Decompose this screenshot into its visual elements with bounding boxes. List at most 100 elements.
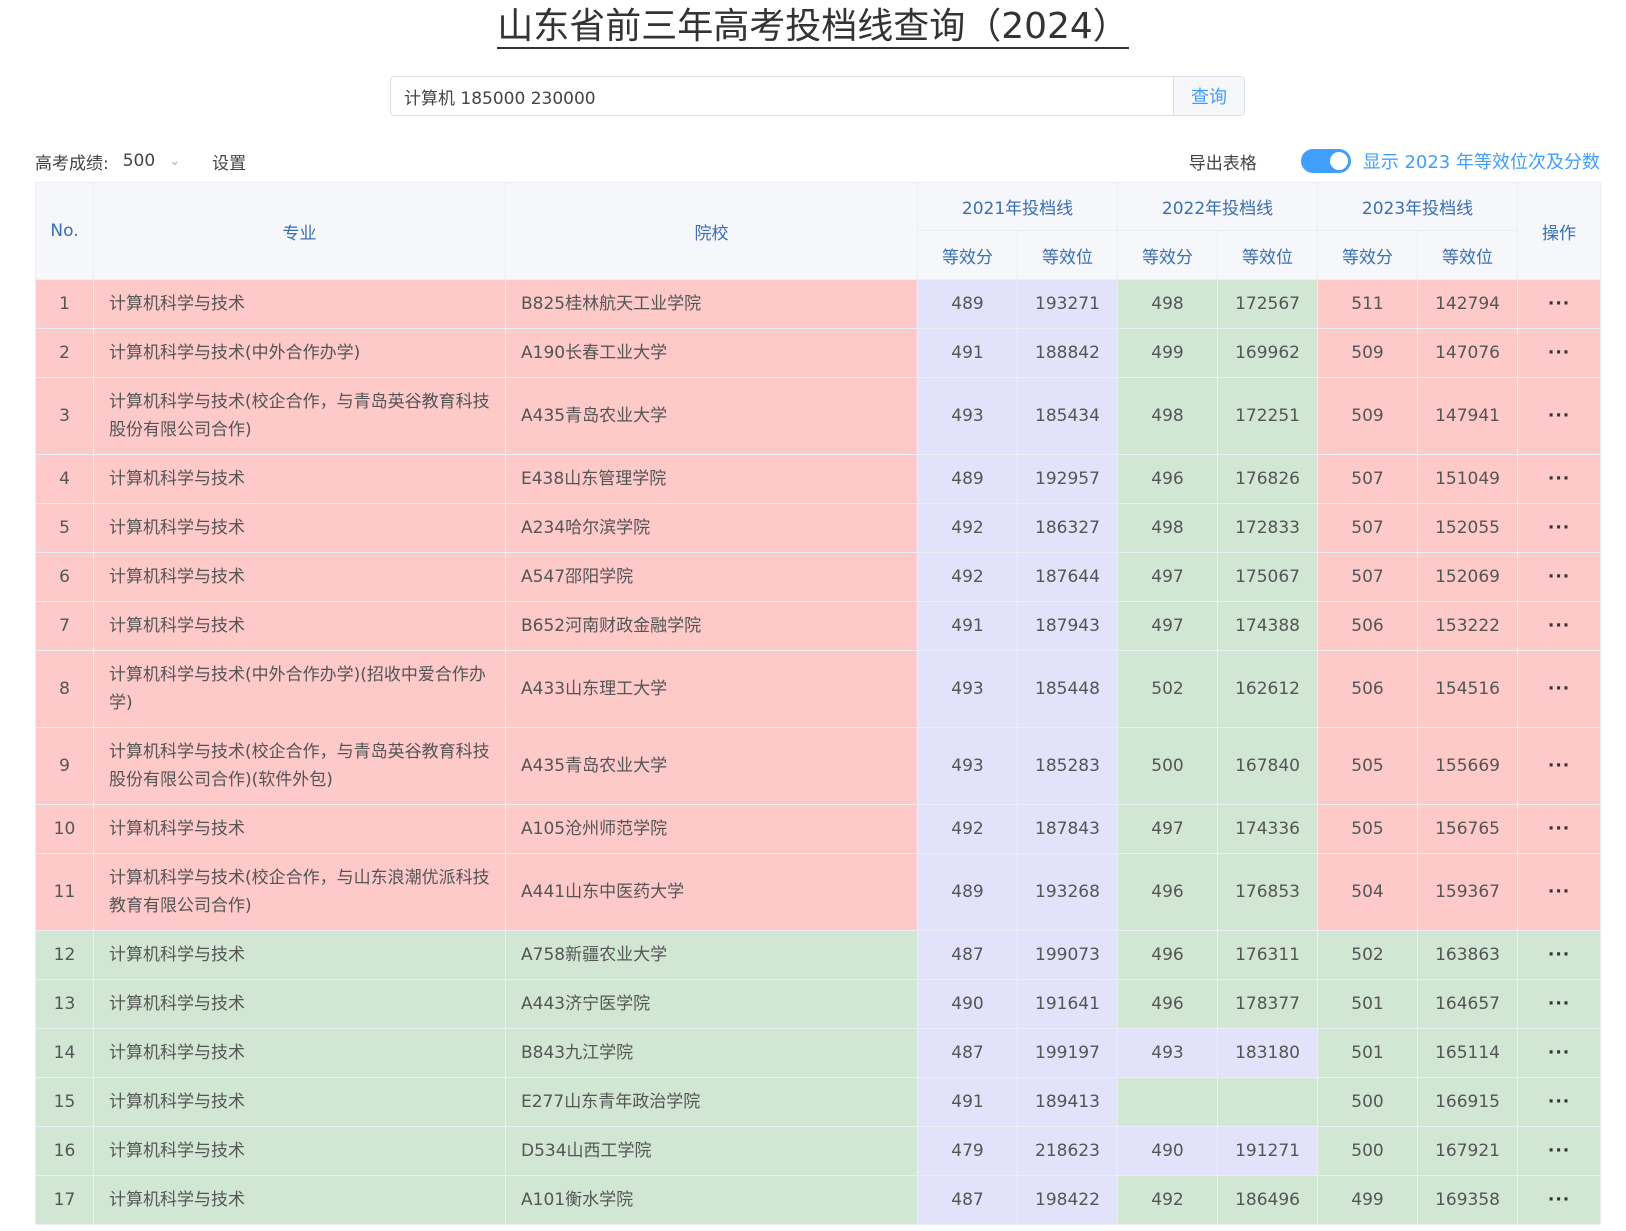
table-row: 17 计算机科学与技术 A101衡水学院 487 198422 492 186496 499 1… [35,1175,1602,1225]
row-no: 17 [35,1175,94,1225]
row-no: 2 [35,328,94,378]
row-2023-score: 506 [1317,601,1419,651]
row-2021-score: 492 [917,503,1018,553]
more-icon[interactable]: ··· [1548,1141,1570,1161]
row-2021-score: 487 [917,1028,1018,1078]
row-2021-rank: 193271 [1016,279,1119,329]
more-icon[interactable]: ··· [1548,1190,1570,1210]
row-2021-rank: 199197 [1016,1028,1119,1078]
row-op-cell: ··· [1517,1077,1602,1127]
row-school: A190长春工业大学 [505,328,918,378]
row-2022-score: 496 [1117,853,1219,931]
row-op-cell: ··· [1517,930,1602,980]
row-2023-rank: 167921 [1417,1126,1519,1176]
page-title-text: 山东省前三年高考投档线查询（2024） [497,6,1129,49]
more-icon[interactable]: ··· [1548,469,1570,489]
more-icon[interactable]: ··· [1548,616,1570,636]
more-icon[interactable]: ··· [1548,1043,1570,1063]
more-icon[interactable]: ··· [1548,679,1570,699]
search-input[interactable] [390,76,1173,116]
table-row: 5 计算机科学与技术 A234哈尔滨学院 492 186327 498 172833 507 1… [35,503,1602,553]
row-2021-score: 490 [917,979,1018,1029]
table-row: 6 计算机科学与技术 A547邵阳学院 492 187644 497 175067 507 15… [35,552,1602,602]
row-major: 计算机科学与技术 [93,601,506,651]
more-icon[interactable]: ··· [1548,518,1570,538]
export-table-button[interactable]: 导出表格 [1189,149,1257,174]
table-row: 15 计算机科学与技术 E277山东青年政治学院 491 189413 500 166915… [35,1077,1602,1127]
row-major: 计算机科学与技术 [93,1175,506,1225]
row-2023-score: 505 [1317,804,1419,854]
toggle-knob [1329,152,1348,170]
row-2021-rank: 218623 [1016,1126,1119,1176]
col-school-header: 院校 [505,182,918,280]
row-op-cell: ··· [1517,804,1602,854]
row-major: 计算机科学与技术 [93,979,506,1029]
more-icon[interactable]: ··· [1548,756,1570,776]
row-major: 计算机科学与技术 [93,1077,506,1127]
row-2022-rank: 176853 [1217,853,1319,931]
score-label: 高考成绩: [35,153,109,174]
table-row: 16 计算机科学与技术 D534山西工学院 479 218623 490 191271 500… [35,1126,1602,1176]
row-2023-score: 506 [1317,650,1419,728]
row-school: A105沧州师范学院 [505,804,918,854]
show-2023-toggle[interactable] [1300,149,1351,173]
settings-button[interactable]: 设置 [212,149,246,174]
row-2022-rank: 174336 [1217,804,1319,854]
search-button[interactable]: 查询 [1173,76,1245,116]
row-no: 6 [35,552,94,602]
row-2021-rank: 186327 [1016,503,1119,553]
row-school: A758新疆农业大学 [505,930,918,980]
more-icon[interactable]: ··· [1548,819,1570,839]
table-row: 11 计算机科学与技术(校企合作，与山东浪潮优派科技教育有限公司合作) A441山东… [35,853,1602,931]
more-icon[interactable]: ··· [1548,882,1570,902]
row-no: 15 [35,1077,94,1127]
row-2023-rank: 154516 [1417,650,1519,728]
row-op-cell: ··· [1517,377,1602,455]
more-icon[interactable]: ··· [1548,994,1570,1014]
chevron-down-icon[interactable]: ⌄ [169,154,180,169]
row-2022-score: 493 [1117,1028,1219,1078]
row-2021-rank: 187943 [1016,601,1119,651]
row-2023-score: 509 [1317,328,1419,378]
row-2021-rank: 191641 [1016,979,1119,1029]
row-no: 16 [35,1126,94,1176]
row-2022-score: 490 [1117,1126,1219,1176]
row-2021-score: 487 [917,1175,1018,1225]
row-major: 计算机科学与技术(校企合作，与青岛英谷教育科技股份有限公司合作)(软件外包) [93,727,506,805]
row-2023-score: 507 [1317,454,1419,504]
row-2022-rank: 186496 [1217,1175,1319,1225]
table-row: 12 计算机科学与技术 A758新疆农业大学 487 199073 496 176311 50… [35,930,1602,980]
row-2022-score: 496 [1117,979,1219,1029]
toolbar: 高考成绩: 500 ⌄ 设置 导出表格 显示 2023 年等效位次及分数 [35,146,1600,176]
page-title: 山东省前三年高考投档线查询（2024） [0,2,1626,52]
row-2021-score: 491 [917,328,1018,378]
toggle-label: 显示 2023 年等效位次及分数 [1362,152,1600,173]
row-2023-score: 507 [1317,552,1419,602]
more-icon[interactable]: ··· [1548,406,1570,426]
row-op-cell: ··· [1517,454,1602,504]
more-icon[interactable]: ··· [1548,945,1570,965]
row-2021-rank: 188842 [1016,328,1119,378]
row-2023-rank: 151049 [1417,454,1519,504]
table-row: 1 计算机科学与技术 B825桂林航天工业学院 489 193271 498 172567 5… [35,279,1602,329]
row-school: B843九江学院 [505,1028,918,1078]
col-2021-score-header: 等效分 [917,230,1018,280]
more-icon[interactable]: ··· [1548,343,1570,363]
more-icon[interactable]: ··· [1548,567,1570,587]
score-select[interactable]: 500 [123,151,155,171]
table-row: 2 计算机科学与技术(中外合作办学) A190长春工业大学 491 188842 499 1… [35,328,1602,378]
row-no: 12 [35,930,94,980]
row-op-cell: ··· [1517,1028,1602,1078]
table-row: 7 计算机科学与技术 B652河南财政金融学院 491 187943 497 174388 5… [35,601,1602,651]
row-2021-score: 489 [917,853,1018,931]
row-school: A441山东中医药大学 [505,853,918,931]
more-icon[interactable]: ··· [1548,1092,1570,1112]
table-row: 14 计算机科学与技术 B843九江学院 487 199197 493 183180 501 1… [35,1028,1602,1078]
row-2022-score: 500 [1117,727,1219,805]
col-2021-rank-header: 等效位 [1016,230,1119,280]
row-2023-rank: 152069 [1417,552,1519,602]
row-2023-rank: 169358 [1417,1175,1519,1225]
row-2023-score: 501 [1317,1028,1419,1078]
more-icon[interactable]: ··· [1548,294,1570,314]
row-major: 计算机科学与技术(中外合作办学)(招收中爱合作办学) [93,650,506,728]
